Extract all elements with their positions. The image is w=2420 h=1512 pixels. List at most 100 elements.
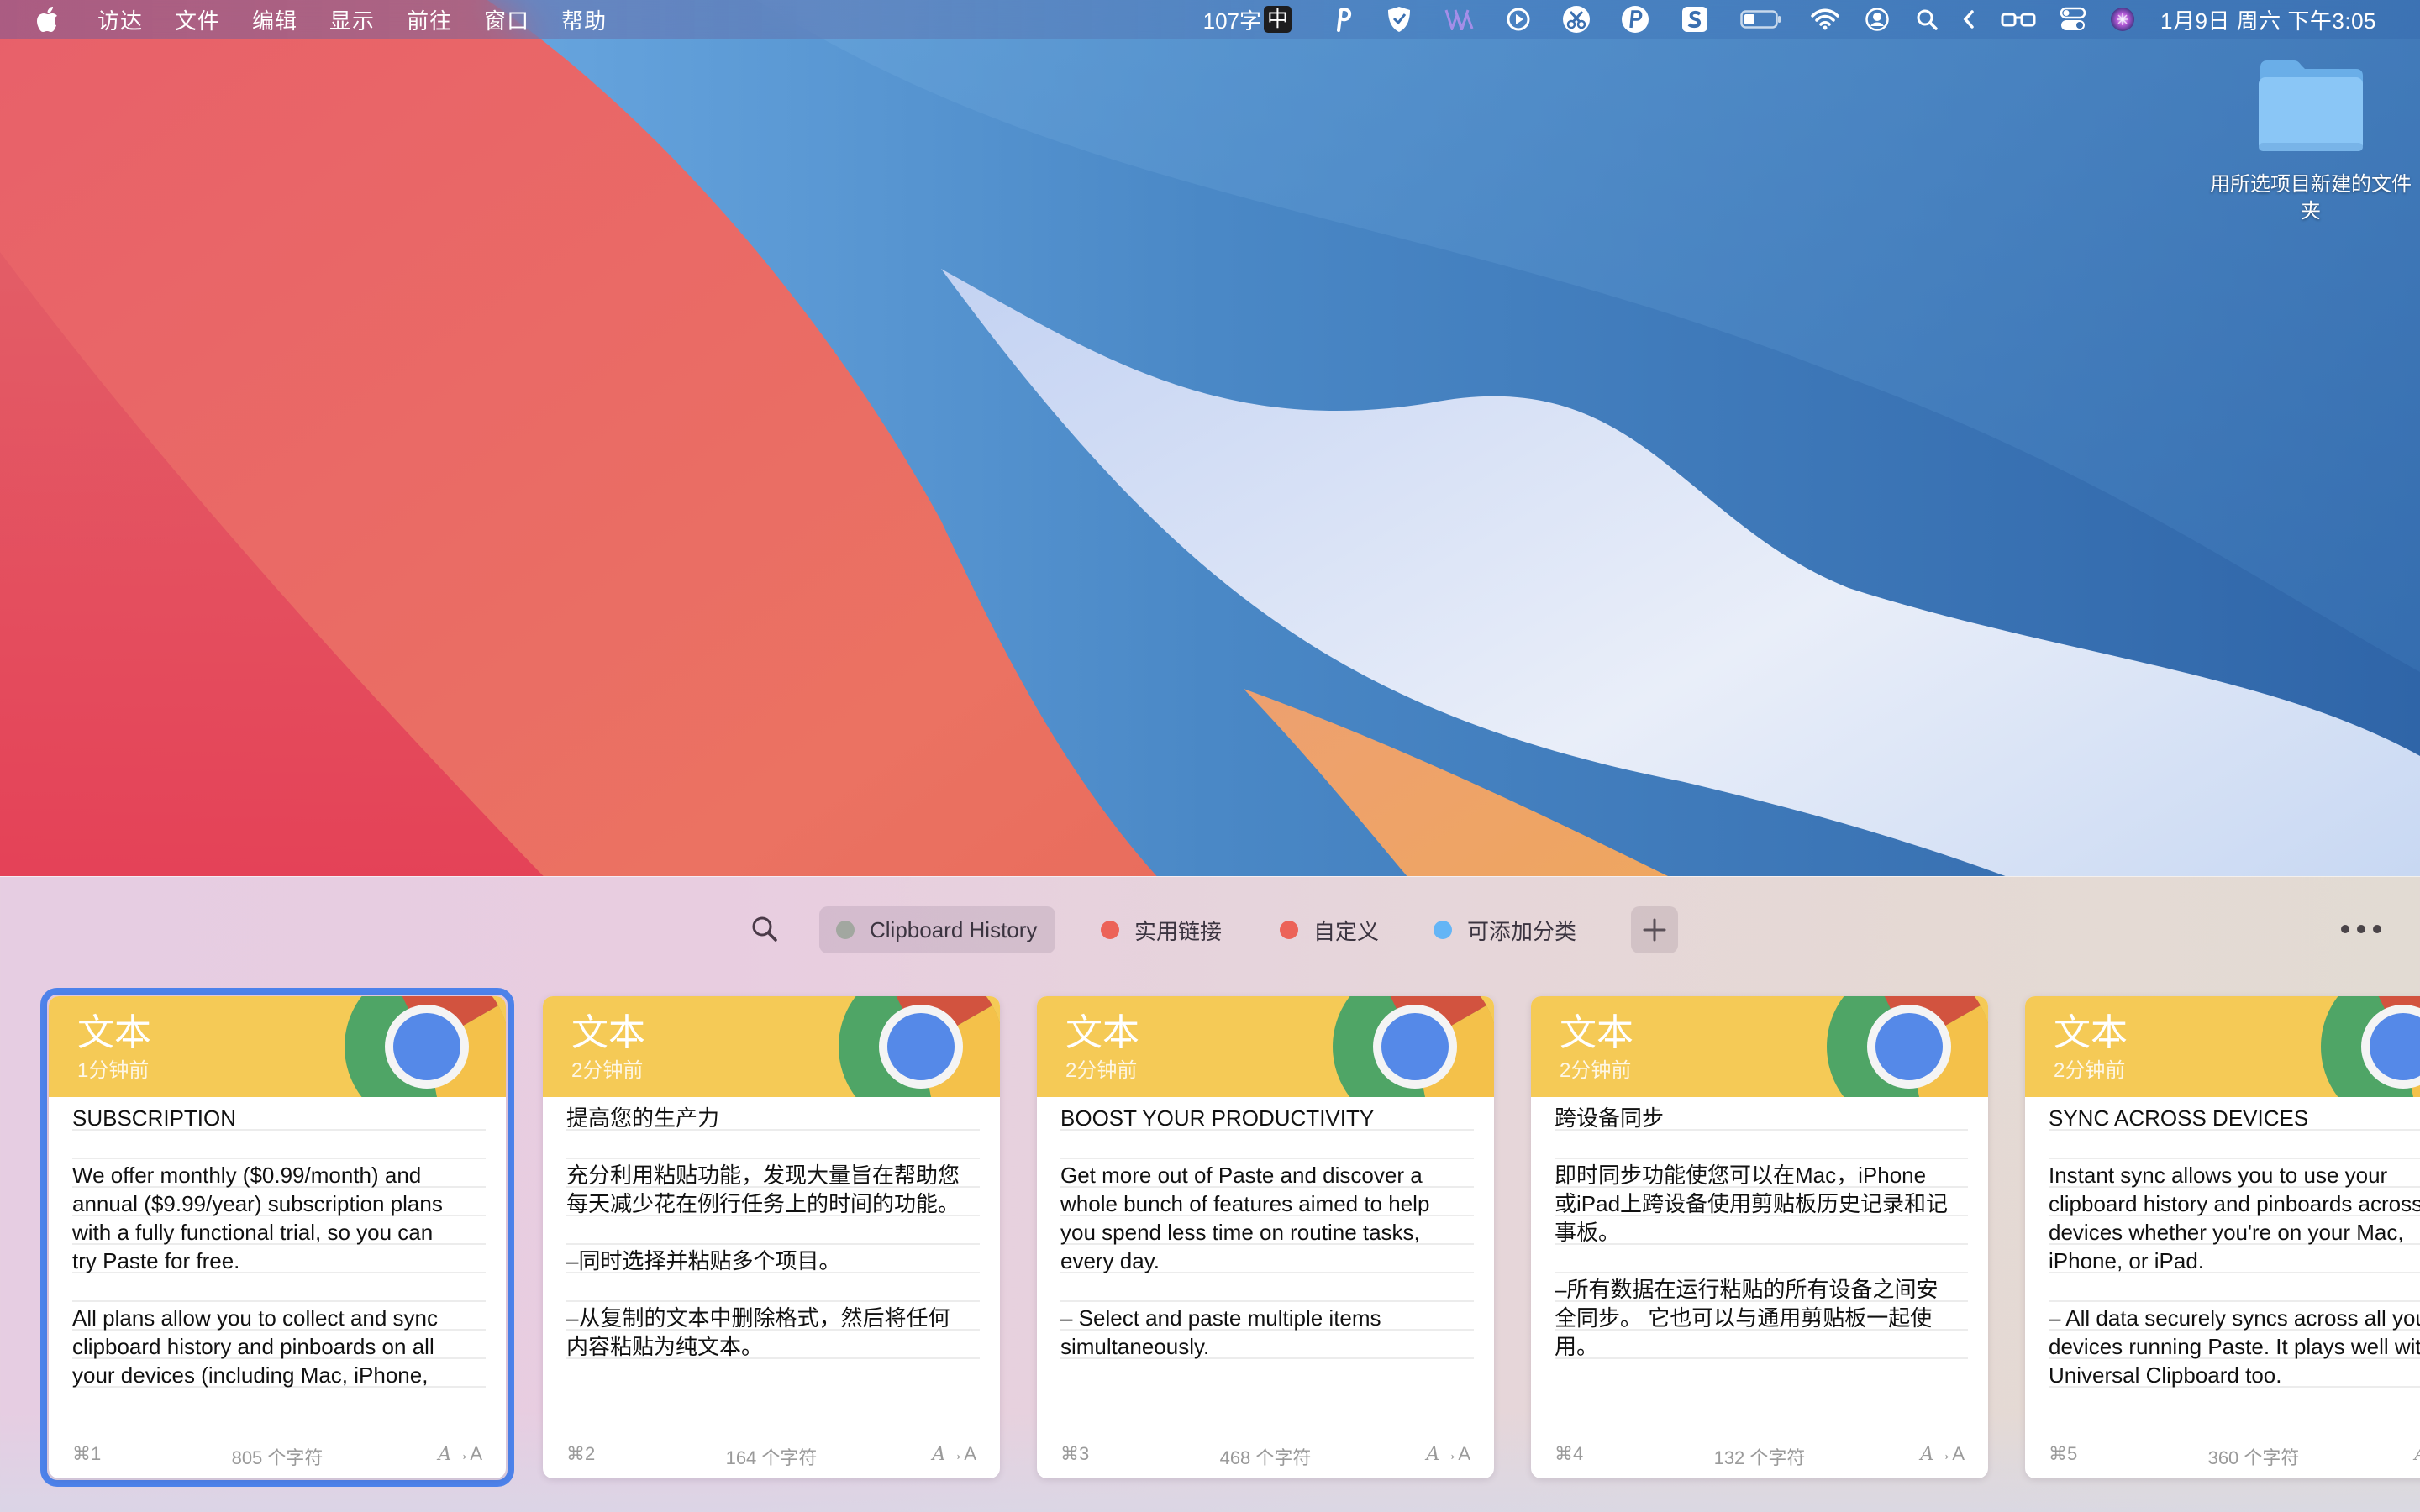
paste-as-plain-text-button[interactable]: A→A bbox=[932, 1443, 976, 1465]
card-surface: 文本 1分钟前 SUBSCRIPTION We offer monthly ($0… bbox=[49, 996, 506, 1478]
paste-p-icon[interactable] bbox=[1334, 0, 1352, 39]
s-app-icon[interactable] bbox=[1681, 0, 1708, 39]
text-line: annual ($9.99/year) subscription plans bbox=[72, 1188, 486, 1216]
card-fade bbox=[1531, 1391, 1988, 1433]
wifi-icon[interactable] bbox=[1811, 0, 1839, 39]
menu-view[interactable]: 显示 bbox=[329, 4, 375, 35]
pinboard-color-dot bbox=[1434, 921, 1452, 939]
text-line: simultaneously. bbox=[1060, 1331, 1474, 1359]
w-app-icon[interactable] bbox=[1444, 0, 1476, 39]
card-content: 提高您的生产力 充分利用粘贴功能，发现大量旨在帮助您 每天减少花在例行任务上的时间的… bbox=[566, 1097, 980, 1431]
battery-icon[interactable] bbox=[1740, 0, 1782, 39]
tab-useful-links[interactable]: 实用链接 bbox=[1084, 906, 1240, 953]
card-header: 文本 2分钟前 bbox=[2025, 996, 2420, 1097]
clipboard-card[interactable]: 文本 1分钟前 SUBSCRIPTION We offer monthly ($0… bbox=[40, 988, 514, 1487]
text-line: 充分利用粘贴功能，发现大量旨在帮助您 bbox=[566, 1159, 980, 1188]
text-line: SYNC ACROSS DEVICES bbox=[2049, 1102, 2420, 1131]
spotlight-search-icon[interactable] bbox=[1915, 0, 1939, 39]
card-footer: ⌘4 132 个字符 A→A bbox=[1555, 1443, 1965, 1470]
paste-as-plain-text-button[interactable]: A→A bbox=[1920, 1443, 1965, 1465]
text-line bbox=[1555, 1131, 1968, 1159]
card-type: 文本 bbox=[2054, 1012, 2128, 1053]
card-header: 文本 2分钟前 bbox=[543, 996, 1000, 1097]
tab-add-category[interactable]: 可添加分类 bbox=[1417, 906, 1595, 953]
clipboard-card[interactable]: 文本 2分钟前 BOOST YOUR PRODUCTIVITY Get more … bbox=[1037, 996, 1494, 1478]
card-time: 1分钟前 bbox=[77, 1059, 150, 1082]
search-button[interactable] bbox=[746, 911, 783, 948]
tab-clipboard-history[interactable]: Clipboard History bbox=[819, 906, 1056, 953]
tab-label: 可添加分类 bbox=[1467, 918, 1577, 944]
card-surface: 文本 2分钟前 跨设备同步 即时同步功能使您可以在Mac，iPhone 或iPad上… bbox=[1531, 996, 1988, 1478]
text-line: devices running Paste. It plays well wit… bbox=[2049, 1331, 2420, 1359]
user-circle-icon[interactable] bbox=[1865, 0, 1890, 39]
menu-go[interactable]: 前往 bbox=[407, 4, 452, 35]
tab-label: Clipboard History bbox=[870, 916, 1038, 942]
menu-bar: 访达 文件 编辑 显示 前往 窗口 帮助 107字 中 1月9日 周六 下午3:… bbox=[0, 0, 2420, 39]
play-circle-icon[interactable] bbox=[1507, 0, 1530, 39]
paste-as-plain-text-button[interactable]: A→A bbox=[438, 1443, 482, 1465]
menu-finder[interactable]: 访达 bbox=[97, 4, 143, 35]
text-line: Universal Clipboard too. bbox=[2049, 1359, 2420, 1388]
text-line: SUBSCRIPTION bbox=[72, 1102, 486, 1131]
menu-edit[interactable]: 编辑 bbox=[252, 4, 297, 35]
apple-menu-icon[interactable] bbox=[34, 5, 62, 34]
paste-as-plain-text-button[interactable]: A→A bbox=[1426, 1443, 1470, 1465]
clipboard-card[interactable]: 文本 2分钟前 提高您的生产力 充分利用粘贴功能，发现大量旨在帮助您 每天减少花在例… bbox=[543, 996, 1000, 1478]
more-options-button[interactable] bbox=[2341, 914, 2381, 944]
text-line bbox=[1060, 1273, 1474, 1302]
paste-as-plain-text-button[interactable]: A→A bbox=[2414, 1443, 2420, 1465]
p-circle-icon[interactable] bbox=[1621, 0, 1649, 39]
menu-file[interactable]: 文件 bbox=[175, 4, 220, 35]
menu-help[interactable]: 帮助 bbox=[561, 4, 607, 35]
card-fade bbox=[49, 1391, 506, 1433]
text-line: 跨设备同步 bbox=[1555, 1102, 1968, 1131]
shield-check-icon[interactable] bbox=[1386, 0, 1413, 39]
text-line bbox=[2049, 1273, 2420, 1302]
text-line: every day. bbox=[1060, 1245, 1474, 1273]
text-line: try Paste for free. bbox=[72, 1245, 486, 1273]
text-line: 全同步。 它也可以与通用剪贴板一起使 bbox=[1555, 1302, 1968, 1331]
search-icon bbox=[752, 916, 777, 942]
text-line bbox=[72, 1273, 486, 1302]
desktop-folder[interactable]: 用所选项目新建的文件夹 bbox=[2202, 59, 2420, 225]
control-center-icon[interactable] bbox=[2060, 0, 2086, 39]
rich-text-icon: A bbox=[1920, 1444, 1934, 1465]
text-line: – All data securely syncs across all you… bbox=[2049, 1302, 2420, 1331]
text-line: All plans allow you to collect and sync bbox=[72, 1302, 486, 1331]
tab-label: 实用链接 bbox=[1134, 918, 1223, 944]
text-line: 提高您的生产力 bbox=[566, 1102, 980, 1131]
rich-text-icon: A bbox=[1426, 1444, 1440, 1465]
tab-custom[interactable]: 自定义 bbox=[1263, 906, 1397, 953]
text-line: 内容粘贴为纯文本。 bbox=[566, 1331, 980, 1359]
card-header: 文本 2分钟前 bbox=[1037, 996, 1494, 1097]
text-line: Instant sync allows you to use your bbox=[2049, 1159, 2420, 1188]
text-line: –同时选择并粘贴多个项目。 bbox=[566, 1245, 980, 1273]
clipboard-card[interactable]: 文本 2分钟前 跨设备同步 即时同步功能使您可以在Mac，iPhone 或iPad上… bbox=[1531, 996, 1988, 1478]
rich-text-icon: A bbox=[438, 1444, 452, 1465]
clipboard-card[interactable]: 文本 2分钟前 SYNC ACROSS DEVICES Instant sync … bbox=[2025, 996, 2420, 1478]
text-line bbox=[566, 1216, 980, 1245]
rich-text-icon: A bbox=[2414, 1444, 2420, 1465]
input-method-status[interactable]: 107字 中 bbox=[1203, 0, 1292, 39]
pinboard-color-dot bbox=[1280, 921, 1298, 939]
add-pinboard-button[interactable] bbox=[1631, 906, 1678, 953]
menu-window[interactable]: 窗口 bbox=[484, 4, 529, 35]
scissors-icon[interactable] bbox=[1562, 0, 1591, 39]
card-content: SUBSCRIPTION We offer monthly ($0.99/mont… bbox=[72, 1097, 486, 1431]
ellipsis-dot bbox=[2341, 925, 2349, 933]
text-line bbox=[2049, 1131, 2420, 1159]
chevron-left-icon[interactable] bbox=[1962, 0, 1975, 39]
siri-icon[interactable] bbox=[2110, 0, 2135, 39]
chrome-icon bbox=[345, 996, 506, 1097]
card-type: 文本 bbox=[77, 1012, 151, 1053]
text-line: – Select and paste multiple items bbox=[1060, 1302, 1474, 1331]
text-line: you spend less time on routine tasks, bbox=[1060, 1216, 1474, 1245]
text-line: clipboard history and pinboards on all bbox=[72, 1331, 486, 1359]
input-method-badge: 中 bbox=[1264, 6, 1292, 33]
card-header: 文本 1分钟前 bbox=[49, 996, 506, 1097]
text-line: 或iPad上跨设备使用剪贴板历史记录和记 bbox=[1555, 1188, 1968, 1216]
menubar-clock[interactable]: 1月9日 周六 下午3:05 bbox=[2160, 4, 2376, 35]
text-line: Get more out of Paste and discover a bbox=[1060, 1159, 1474, 1188]
glasses-icon[interactable] bbox=[2001, 0, 2036, 39]
card-footer: ⌘1 805 个字符 A→A bbox=[72, 1443, 482, 1470]
